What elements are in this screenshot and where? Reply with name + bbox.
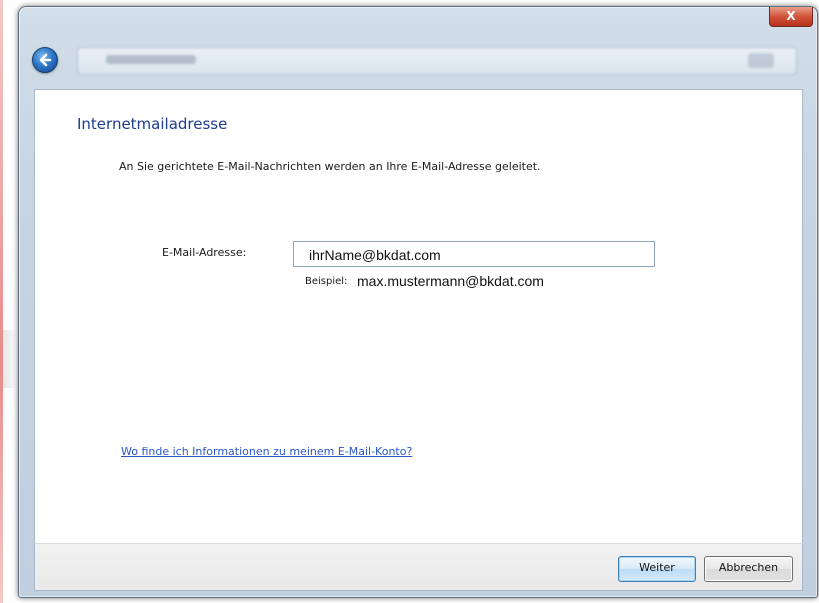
window-title-area [77, 47, 797, 75]
example-label: Beispiel: [305, 276, 348, 287]
back-button[interactable] [32, 47, 58, 73]
screenshot-canvas: X Internetmailadresse An Sie gerichtete … [0, 0, 819, 603]
close-icon: X [786, 9, 796, 23]
wizard-footer: Weiter Abbrechen [34, 543, 803, 591]
next-button[interactable]: Weiter [618, 556, 696, 582]
intro-text: An Sie gerichtete E-Mail-Nachrichten wer… [119, 160, 541, 173]
blurred-title-control [748, 53, 774, 68]
blurred-title-text [106, 55, 196, 64]
cancel-button[interactable]: Abbrechen [704, 556, 793, 582]
email-account-help-link[interactable]: Wo finde ich Informationen zu meinem E-M… [121, 445, 412, 458]
email-field[interactable] [293, 241, 655, 267]
background-window-band [3, 330, 15, 388]
back-arrow-icon [39, 53, 52, 67]
email-label: E-Mail-Adresse: [162, 246, 247, 259]
wizard-window: X Internetmailadresse An Sie gerichtete … [18, 6, 818, 598]
page-title: Internetmailadresse [77, 115, 228, 133]
background-window-edge [0, 0, 3, 603]
close-button[interactable]: X [769, 7, 813, 27]
wizard-content: Internetmailadresse An Sie gerichtete E-… [34, 89, 803, 543]
example-value: max.mustermann@bkdat.com [357, 273, 544, 289]
